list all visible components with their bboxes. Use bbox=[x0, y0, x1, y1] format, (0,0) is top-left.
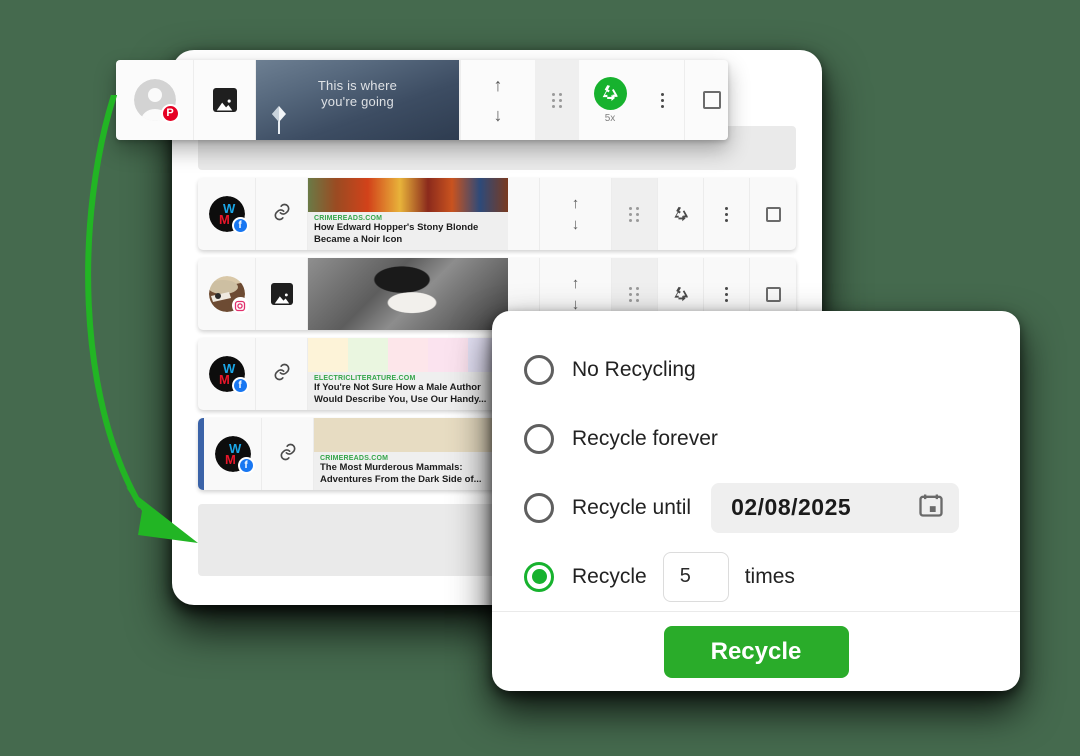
preview-image bbox=[308, 258, 508, 330]
times-unit-label: times bbox=[744, 564, 795, 588]
option-recycle-until[interactable]: Recycle until 02/08/2025 bbox=[524, 473, 1020, 542]
move-down-icon[interactable]: ↓ bbox=[494, 106, 503, 124]
move-up-icon[interactable]: ↑ bbox=[494, 76, 503, 94]
option-recycle-times[interactable]: Recycle 5 times bbox=[524, 542, 1020, 611]
link-preview[interactable]: CRIMEREADS.COM The Most Murderous Mammal… bbox=[314, 418, 514, 490]
recycle-until-date-field[interactable]: 02/08/2025 bbox=[711, 482, 960, 533]
preview-text: CRIMEREADS.COM How Edward Hopper's Stony… bbox=[308, 212, 508, 245]
preview-text: ELECTRICLITERATURE.COM If You're Not Sur… bbox=[308, 372, 508, 405]
toolbar-reorder-cell: ↑ ↓ bbox=[461, 60, 535, 140]
instagram-badge-icon bbox=[231, 297, 249, 314]
row-reorder-cell: ↑ ↓ bbox=[540, 178, 612, 250]
pinterest-badge-icon: P bbox=[160, 104, 180, 123]
row-avatar-cell: WM f bbox=[204, 418, 262, 490]
recycle-icon[interactable] bbox=[593, 76, 627, 110]
preview-domain: ELECTRICLITERATURE.COM bbox=[314, 375, 416, 382]
facebook-badge-icon: f bbox=[231, 217, 249, 234]
preview-title: How Edward Hopper's Stony Blonde Became … bbox=[314, 222, 479, 245]
preview-domain: CRIMEREADS.COM bbox=[314, 215, 383, 222]
recycle-icon bbox=[673, 206, 688, 222]
link-preview[interactable]: ELECTRICLITERATURE.COM If You're Not Sur… bbox=[308, 338, 508, 410]
svg-text:M: M bbox=[225, 452, 236, 467]
radio-recycle-until[interactable] bbox=[524, 492, 554, 523]
row-content[interactable]: CRIMEREADS.COM How Edward Hopper's Stony… bbox=[308, 178, 540, 250]
row-more-options[interactable] bbox=[704, 178, 750, 250]
svg-text:M: M bbox=[219, 212, 230, 227]
toolbar-more-options[interactable] bbox=[641, 60, 685, 140]
image-icon bbox=[212, 88, 237, 112]
link-icon bbox=[272, 202, 292, 227]
calendar-icon[interactable] bbox=[917, 491, 945, 524]
drag-handle-icon[interactable] bbox=[612, 178, 658, 250]
option-label: Recycle forever bbox=[572, 426, 718, 450]
toolbar-select-checkbox[interactable] bbox=[685, 60, 728, 140]
radio-recycle-forever[interactable] bbox=[524, 423, 554, 454]
toolbar-recycle-button[interactable]: 5x bbox=[579, 60, 641, 140]
avatar: WM f bbox=[208, 196, 249, 234]
toolbar-post-type-cell bbox=[194, 60, 256, 140]
dialog-footer: Recycle bbox=[492, 611, 1020, 691]
option-label: Recycle until bbox=[572, 495, 692, 519]
avatar: WM f bbox=[214, 436, 255, 474]
preview-title: If You're Not Sure How a Male Author Wou… bbox=[314, 382, 487, 405]
link-icon bbox=[278, 442, 298, 467]
option-recycle-forever[interactable]: Recycle forever bbox=[524, 404, 1020, 473]
recycle-count-label: 5x bbox=[604, 112, 616, 124]
recycle-options-group: No Recycling Recycle forever Recycle unt… bbox=[492, 311, 1020, 611]
table-row[interactable]: WM f CRIMEREADS.COM How Edward Hopper's … bbox=[198, 178, 796, 250]
post-type-cell bbox=[256, 338, 308, 410]
preview-domain: CRIMEREADS.COM bbox=[320, 455, 389, 462]
image-preview[interactable] bbox=[308, 258, 508, 330]
row-select-checkbox[interactable] bbox=[750, 178, 796, 250]
link-icon bbox=[272, 362, 292, 387]
avatar: P bbox=[133, 79, 180, 123]
row-avatar-cell: WM f bbox=[198, 338, 256, 410]
road-sign-icon bbox=[270, 104, 288, 134]
move-up-icon[interactable]: ↑ bbox=[572, 196, 580, 211]
radio-no-recycling[interactable] bbox=[524, 354, 554, 385]
link-preview[interactable]: CRIMEREADS.COM How Edward Hopper's Stony… bbox=[308, 178, 508, 250]
recycle-icon bbox=[673, 286, 688, 302]
avatar: WM f bbox=[208, 356, 249, 394]
option-label: Recycle bbox=[572, 564, 647, 588]
floating-post-toolbar: P This is where you're going ↑ ↓ 5x bbox=[116, 60, 728, 140]
row-recycle-button[interactable] bbox=[658, 178, 704, 250]
post-type-cell bbox=[256, 258, 308, 330]
caption-line-1: This is where bbox=[317, 78, 398, 93]
move-down-icon[interactable]: ↓ bbox=[572, 217, 580, 232]
preview-image bbox=[314, 418, 514, 452]
toolbar-avatar-cell: P bbox=[116, 60, 194, 140]
preview-image bbox=[308, 178, 508, 212]
recycle-settings-dialog: No Recycling Recycle forever Recycle unt… bbox=[492, 311, 1020, 691]
preview-image bbox=[308, 338, 508, 372]
post-type-cell bbox=[262, 418, 314, 490]
preview-text: CRIMEREADS.COM The Most Murderous Mammal… bbox=[314, 452, 514, 485]
toolbar-media-preview[interactable]: This is where you're going bbox=[256, 60, 460, 140]
svg-text:M: M bbox=[219, 372, 230, 387]
option-label: No Recycling bbox=[572, 357, 696, 381]
drag-handle-icon[interactable] bbox=[535, 60, 579, 140]
row-avatar-cell bbox=[198, 258, 256, 330]
post-type-cell bbox=[256, 178, 308, 250]
facebook-badge-icon: f bbox=[231, 377, 249, 394]
preview-title: The Most Murderous Mammals: Adventures F… bbox=[320, 462, 482, 485]
row-avatar-cell: WM f bbox=[198, 178, 256, 250]
option-no-recycling[interactable]: No Recycling bbox=[524, 335, 1020, 404]
move-down-icon[interactable]: ↓ bbox=[572, 297, 580, 312]
radio-recycle-times[interactable] bbox=[524, 561, 554, 592]
recycle-submit-button[interactable]: Recycle bbox=[663, 625, 849, 678]
image-icon bbox=[270, 283, 293, 305]
facebook-badge-icon: f bbox=[237, 457, 255, 474]
avatar bbox=[208, 276, 249, 314]
date-value: 02/08/2025 bbox=[731, 494, 852, 520]
recycle-times-input[interactable]: 5 bbox=[662, 551, 729, 602]
move-up-icon[interactable]: ↑ bbox=[572, 276, 580, 291]
